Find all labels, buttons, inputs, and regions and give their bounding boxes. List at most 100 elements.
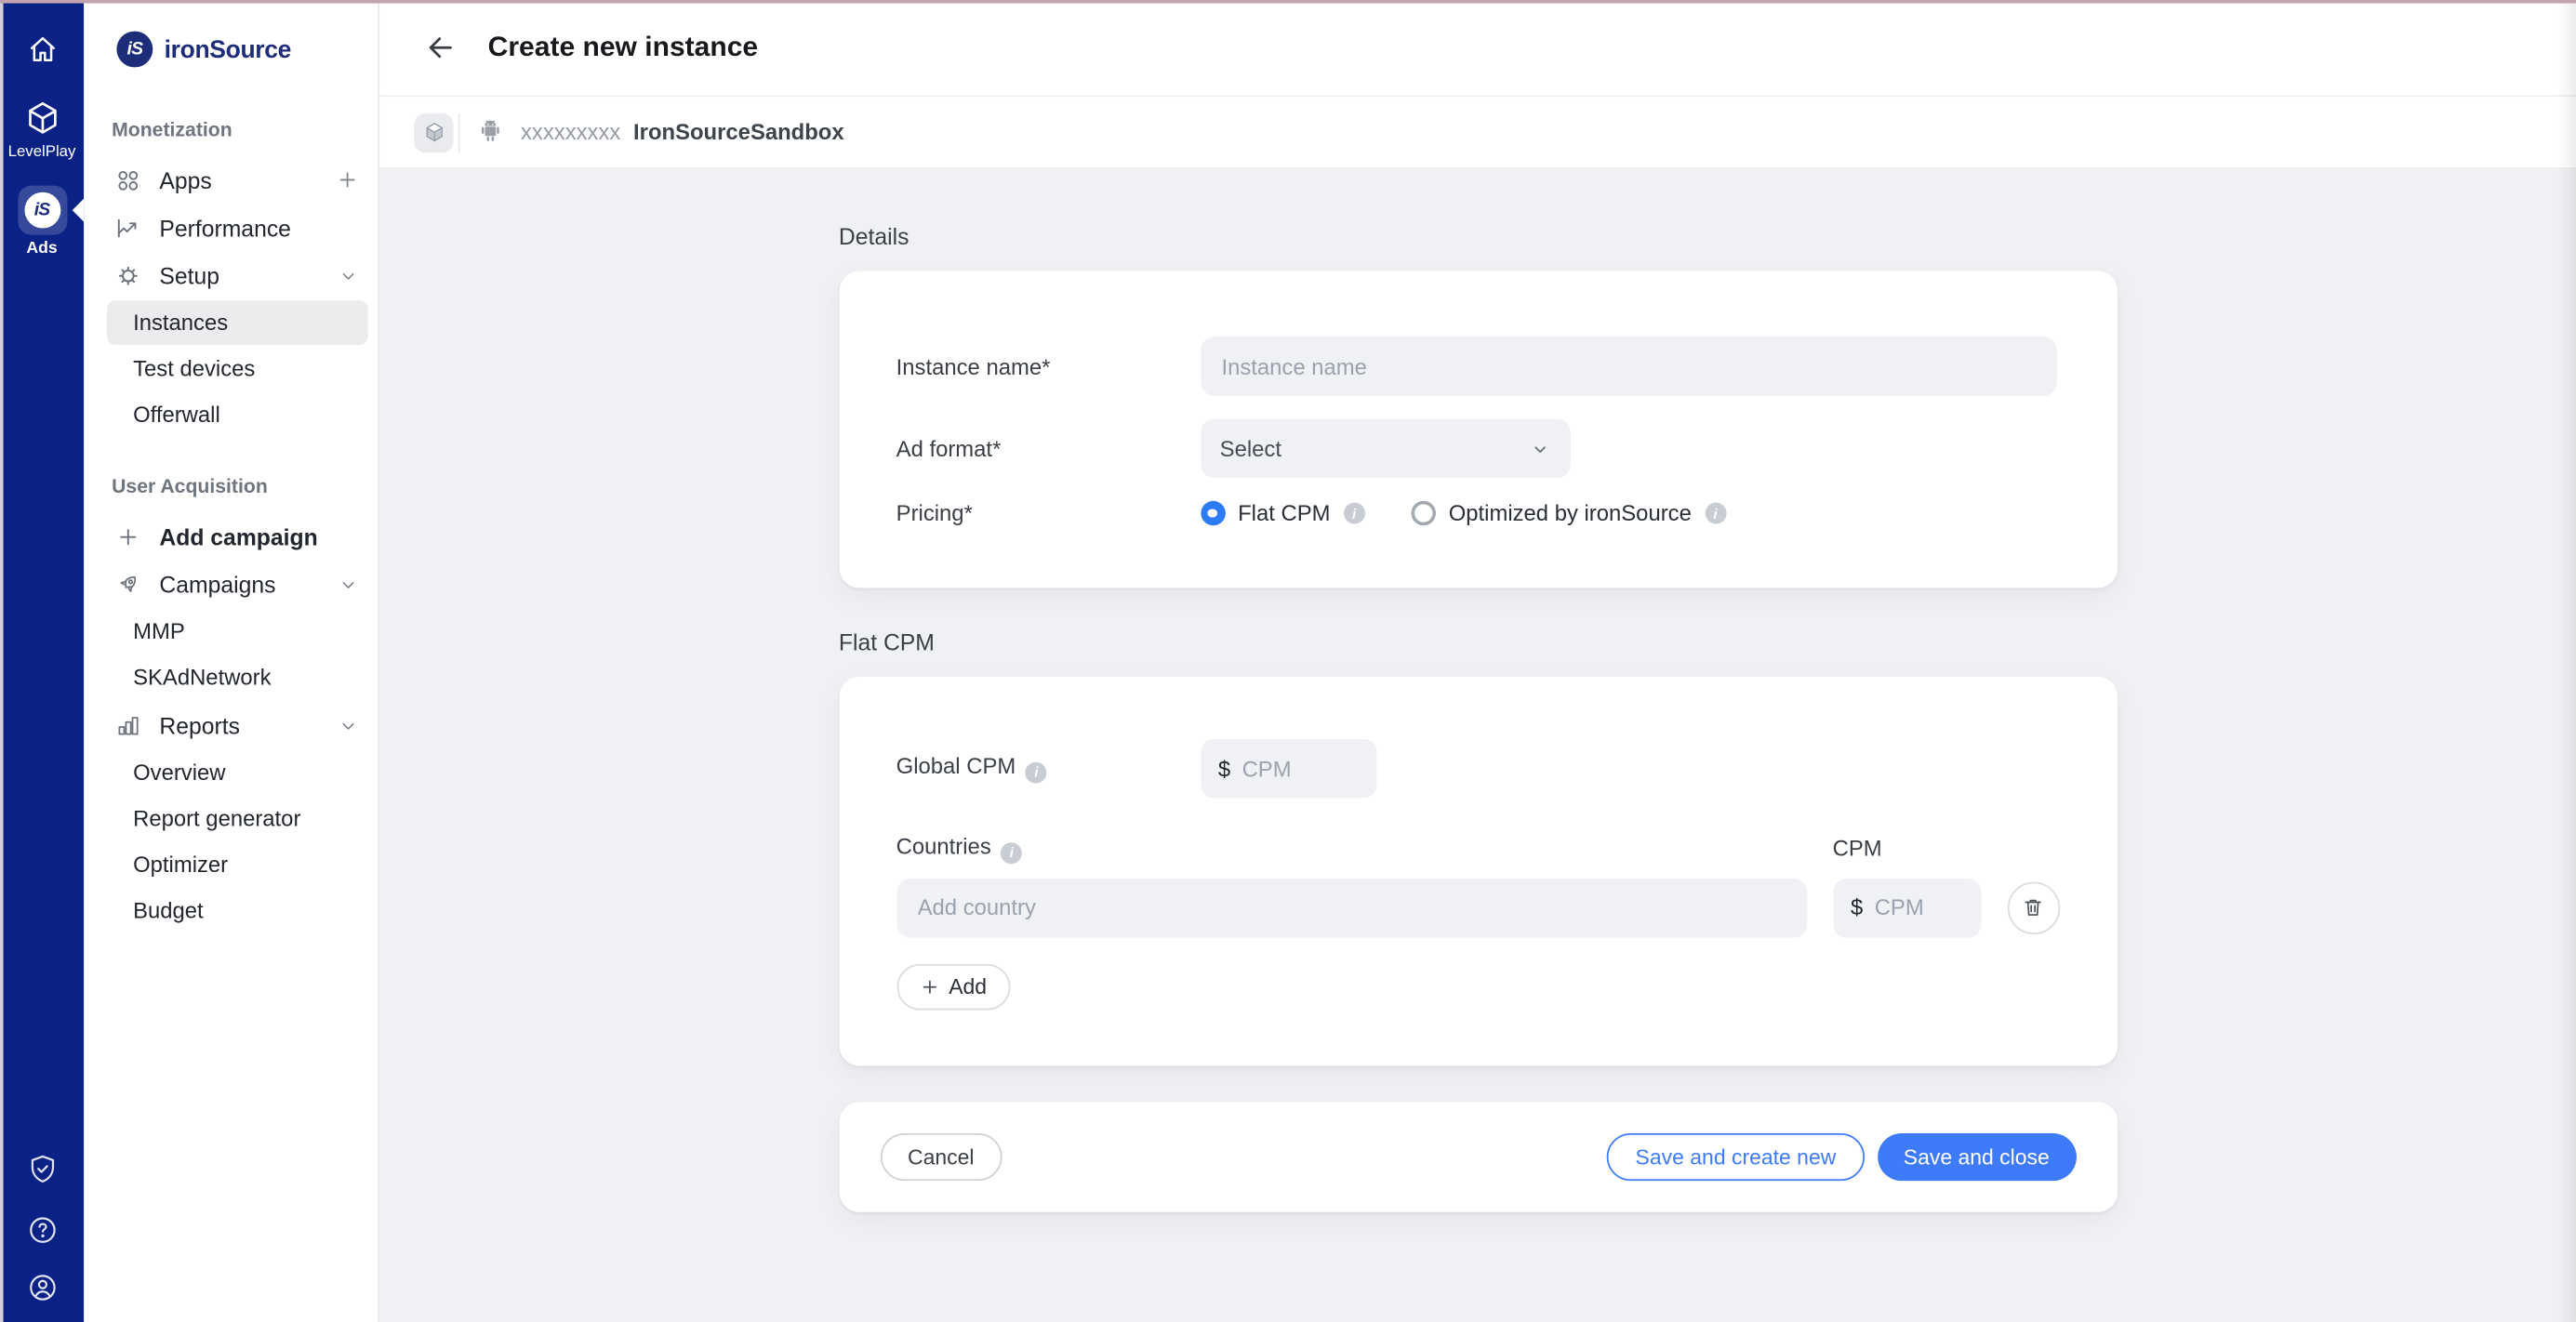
home-button[interactable] — [0, 33, 84, 65]
add-country-button[interactable]: Add — [896, 963, 1010, 1009]
cube-app-icon — [414, 112, 453, 152]
ad-format-select[interactable]: Select — [1200, 418, 1569, 478]
global-cpm-row: Global CPMi $ — [896, 739, 2060, 799]
info-icon[interactable]: i — [1026, 761, 1047, 783]
home-icon — [25, 33, 58, 65]
sidebar-item-skadnetwork[interactable]: SKAdNetwork — [107, 655, 368, 700]
country-cpm-input[interactable] — [1875, 895, 1962, 919]
sidebar-item-label: Add campaign — [159, 523, 317, 549]
page-title: Create new instance — [488, 32, 758, 64]
sidebar-item-label: Apps — [159, 166, 211, 192]
rail-item-ads[interactable]: iS Ads — [0, 186, 84, 258]
sidebar-item-setup[interactable]: Setup — [107, 251, 368, 298]
add-country-input[interactable] — [896, 878, 1807, 937]
section-title-monetization: Monetization — [112, 118, 368, 141]
ironsource-logo: iS ironSource — [84, 0, 378, 67]
sidebar-item-label: Setup — [159, 262, 219, 288]
radio-selected[interactable] — [1200, 501, 1224, 525]
info-icon[interactable]: i — [1705, 503, 1726, 524]
global-cpm-input[interactable] — [1242, 757, 1359, 781]
plus-icon — [919, 976, 938, 996]
performance-chart-icon — [115, 215, 141, 241]
save-and-close-button[interactable]: Save and close — [1877, 1132, 2076, 1180]
countries-label: Countriesi — [896, 834, 1833, 863]
sidebar-nav: Monetization Apps — [84, 118, 378, 932]
pricing-label: Pricing* — [896, 501, 1201, 525]
ironsource-badge-icon: iS — [18, 186, 67, 235]
plus-icon[interactable] — [335, 167, 359, 192]
rail-item-levelplay[interactable]: LevelPlay — [0, 99, 84, 161]
rail-item-label: LevelPlay — [8, 143, 76, 161]
radio-unselected[interactable] — [1411, 501, 1435, 525]
page-content: Details Instance name* Ad format* Se — [379, 171, 2576, 1322]
plus-icon — [115, 523, 141, 549]
global-cpm-input-wrap: $ — [1200, 739, 1375, 799]
privacy-button[interactable] — [25, 1153, 58, 1185]
rocket-icon — [115, 571, 141, 597]
sidebar-item-overview[interactable]: Overview — [107, 750, 368, 795]
sidebar-item-performance[interactable]: Performance — [107, 204, 368, 251]
app-id-masked: xxxxxxxxx — [521, 120, 620, 144]
account-button[interactable] — [25, 1271, 58, 1303]
shield-check-icon — [25, 1153, 58, 1185]
instance-name-input[interactable] — [1200, 337, 2055, 396]
delete-country-row-button[interactable] — [2007, 881, 2060, 934]
main-area: Create new instance — [379, 0, 2576, 1322]
flat-cpm-section-label: Flat CPM — [839, 629, 2117, 655]
currency-symbol: $ — [1218, 757, 1230, 781]
action-bar: Cancel Save and create new Save and clos… — [839, 1101, 2117, 1210]
back-arrow-icon[interactable] — [424, 32, 457, 64]
app-context-bar: xxxxxxxxx IronSourceSandbox — [379, 97, 2576, 169]
app-name: IronSourceSandbox — [633, 120, 844, 144]
sidebar-item-test-devices[interactable]: Test devices — [107, 347, 368, 391]
details-section-label: Details — [839, 223, 2117, 249]
info-icon[interactable]: i — [1344, 503, 1365, 524]
sidebar-item-instances[interactable]: Instances — [107, 300, 368, 345]
trash-icon — [2021, 895, 2045, 919]
sidebar-item-reports[interactable]: Reports — [107, 701, 368, 748]
cpm-column-label: CPM — [1833, 837, 1882, 861]
country-cpm-input-wrap: $ — [1833, 878, 1981, 937]
sidebar-item-report-generator[interactable]: Report generator — [107, 797, 368, 841]
chevron-down-icon — [1529, 438, 1550, 459]
info-icon[interactable]: i — [1001, 841, 1022, 863]
chevron-down-icon — [337, 714, 360, 737]
section-title-user-acquisition: User Acquisition — [112, 475, 368, 498]
active-product-pointer — [73, 199, 84, 222]
sidebar-item-campaigns[interactable]: Campaigns — [107, 560, 368, 607]
cancel-button[interactable]: Cancel — [880, 1132, 1003, 1180]
bar-chart-icon — [115, 712, 141, 738]
sidebar-item-mmp[interactable]: MMP — [107, 609, 368, 654]
ad-format-label: Ad format* — [896, 436, 1201, 460]
help-button[interactable] — [25, 1214, 58, 1247]
sidebar-item-optimizer[interactable]: Optimizer — [107, 842, 368, 887]
global-cpm-label: Global CPMi — [896, 754, 1201, 783]
sidebar-item-label: Reports — [159, 712, 240, 738]
help-icon — [25, 1214, 58, 1247]
currency-symbol: $ — [1851, 895, 1863, 919]
divider — [458, 112, 460, 152]
ironsource-logo-badge: iS — [116, 32, 153, 68]
window-top-edge — [0, 0, 2576, 4]
page-header: Create new instance — [379, 0, 2576, 97]
sidebar-item-add-campaign[interactable]: Add campaign — [107, 512, 368, 560]
flat-cpm-card: Global CPMi $ Countriesi CPM — [839, 677, 2117, 1065]
android-icon — [475, 116, 507, 148]
countries-header: Countriesi CPM — [896, 834, 2060, 863]
sidebar-item-apps[interactable]: Apps — [107, 156, 368, 204]
chevron-down-icon — [337, 573, 360, 596]
product-rail: LevelPlay iS Ads — [0, 0, 84, 1322]
rail-item-label: Ads — [26, 240, 57, 258]
pricing-radio-group: Flat CPM i Optimized by ironSource i — [1200, 501, 1725, 525]
pricing-option-flat-cpm[interactable]: Flat CPM i — [1200, 501, 1364, 525]
pricing-option-optimized[interactable]: Optimized by ironSource i — [1411, 501, 1726, 525]
sidebar-item-label: Performance — [159, 215, 291, 241]
app-root: LevelPlay iS Ads — [0, 0, 2576, 1322]
details-card: Instance name* Ad format* Select — [839, 271, 2117, 588]
chevron-down-icon — [337, 264, 360, 287]
ad-format-row: Ad format* Select — [896, 418, 2060, 478]
sidebar-item-offerwall[interactable]: Offerwall — [107, 392, 368, 437]
ad-format-select-value: Select — [1220, 436, 1281, 460]
save-and-create-new-button[interactable]: Save and create new — [1608, 1132, 1865, 1180]
sidebar-item-budget[interactable]: Budget — [107, 889, 368, 933]
